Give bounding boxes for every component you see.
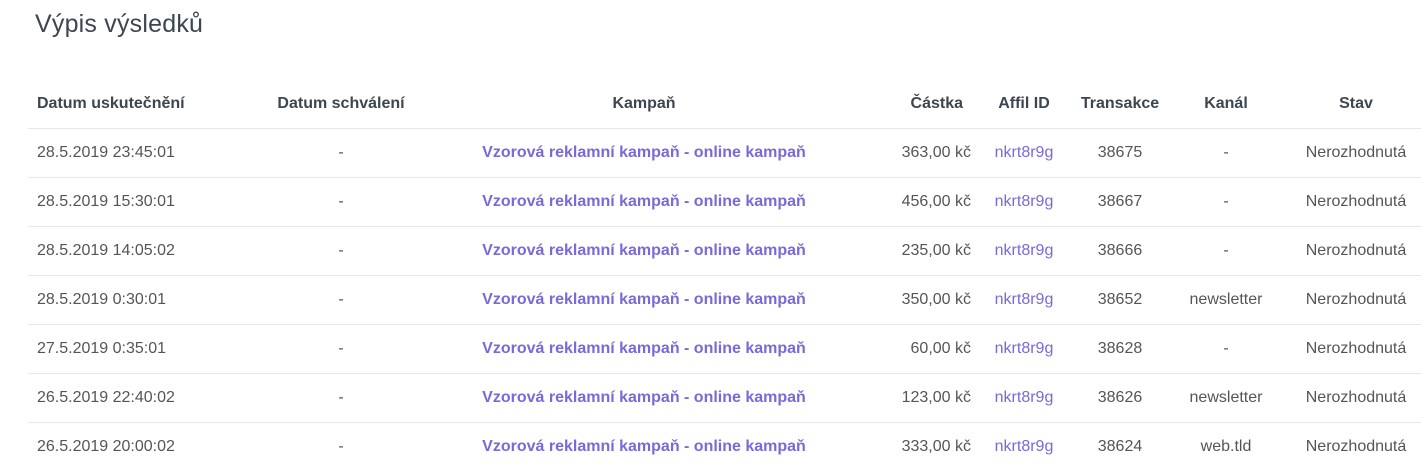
cell-datum: 28.5.2019 23:45:01 bbox=[28, 128, 253, 178]
affil-id-link[interactable]: nkrt8r9g bbox=[995, 291, 1054, 308]
cell-stav: Nerozhodnutá bbox=[1281, 275, 1421, 325]
table-row: 26.5.2019 22:40:02 - Vzorová reklamní ka… bbox=[28, 373, 1421, 423]
table-row: 28.5.2019 0:30:01 - Vzorová reklamní kam… bbox=[28, 275, 1421, 325]
affil-id-link[interactable]: nkrt8r9g bbox=[995, 193, 1054, 210]
cell-stav: Nerozhodnutá bbox=[1281, 128, 1421, 178]
cell-transakce: 38626 bbox=[1069, 373, 1171, 423]
cell-castka: 456,00 kč bbox=[859, 177, 979, 227]
table-row: 27.5.2019 0:35:01 - Vzorová reklamní kam… bbox=[28, 324, 1421, 374]
cell-affil-id: nkrt8r9g bbox=[979, 324, 1069, 374]
cell-kanal: - bbox=[1171, 324, 1281, 374]
cell-affil-id: nkrt8r9g bbox=[979, 177, 1069, 227]
cell-schvaleni: - bbox=[253, 177, 429, 227]
cell-kanal: - bbox=[1171, 177, 1281, 227]
campaign-link[interactable]: Vzorová reklamní kampaň - online kampaň bbox=[482, 193, 806, 210]
cell-schvaleni: - bbox=[253, 128, 429, 178]
cell-schvaleni: - bbox=[253, 373, 429, 423]
cell-schvaleni: - bbox=[253, 324, 429, 374]
cell-transakce: 38675 bbox=[1069, 128, 1171, 178]
cell-datum: 26.5.2019 20:00:02 bbox=[28, 422, 253, 471]
cell-affil-id: nkrt8r9g bbox=[979, 422, 1069, 471]
column-header-transakce[interactable]: Transakce bbox=[1069, 80, 1171, 129]
cell-castka: 363,00 kč bbox=[859, 128, 979, 178]
page-title: Výpis výsledků bbox=[35, 10, 204, 38]
cell-datum: 26.5.2019 22:40:02 bbox=[28, 373, 253, 423]
affil-id-link[interactable]: nkrt8r9g bbox=[995, 144, 1054, 161]
column-header-castka[interactable]: Částka bbox=[859, 80, 979, 129]
cell-datum: 27.5.2019 0:35:01 bbox=[28, 324, 253, 374]
campaign-link[interactable]: Vzorová reklamní kampaň - online kampaň bbox=[482, 144, 806, 161]
cell-datum: 28.5.2019 15:30:01 bbox=[28, 177, 253, 227]
cell-schvaleni: - bbox=[253, 275, 429, 325]
cell-datum: 28.5.2019 14:05:02 bbox=[28, 226, 253, 276]
cell-kampan: Vzorová reklamní kampaň - online kampaň bbox=[429, 422, 859, 471]
affil-id-link[interactable]: nkrt8r9g bbox=[995, 242, 1054, 259]
affil-id-link[interactable]: nkrt8r9g bbox=[995, 389, 1054, 406]
cell-schvaleni: - bbox=[253, 226, 429, 276]
cell-castka: 60,00 kč bbox=[859, 324, 979, 374]
cell-schvaleni: - bbox=[253, 422, 429, 471]
results-table: Datum uskutečnění Datum schválení Kampaň… bbox=[28, 80, 1421, 471]
cell-castka: 333,00 kč bbox=[859, 422, 979, 471]
column-header-datum[interactable]: Datum uskutečnění bbox=[28, 80, 253, 129]
cell-stav: Nerozhodnutá bbox=[1281, 373, 1421, 423]
cell-transakce: 38652 bbox=[1069, 275, 1171, 325]
table-row: 28.5.2019 23:45:01 - Vzorová reklamní ka… bbox=[28, 128, 1421, 178]
cell-affil-id: nkrt8r9g bbox=[979, 128, 1069, 178]
campaign-link[interactable]: Vzorová reklamní kampaň - online kampaň bbox=[482, 291, 806, 308]
affil-id-link[interactable]: nkrt8r9g bbox=[995, 438, 1054, 455]
cell-kampan: Vzorová reklamní kampaň - online kampaň bbox=[429, 128, 859, 178]
campaign-link[interactable]: Vzorová reklamní kampaň - online kampaň bbox=[482, 242, 806, 259]
cell-kanal: newsletter bbox=[1171, 275, 1281, 325]
cell-kampan: Vzorová reklamní kampaň - online kampaň bbox=[429, 226, 859, 276]
cell-transakce: 38666 bbox=[1069, 226, 1171, 276]
cell-stav: Nerozhodnutá bbox=[1281, 422, 1421, 471]
cell-castka: 235,00 kč bbox=[859, 226, 979, 276]
column-header-affil-id[interactable]: Affil ID bbox=[979, 80, 1069, 129]
cell-stav: Nerozhodnutá bbox=[1281, 177, 1421, 227]
campaign-link[interactable]: Vzorová reklamní kampaň - online kampaň bbox=[482, 438, 806, 455]
cell-kampan: Vzorová reklamní kampaň - online kampaň bbox=[429, 275, 859, 325]
campaign-link[interactable]: Vzorová reklamní kampaň - online kampaň bbox=[482, 389, 806, 406]
cell-affil-id: nkrt8r9g bbox=[979, 226, 1069, 276]
cell-transakce: 38628 bbox=[1069, 324, 1171, 374]
cell-stav: Nerozhodnutá bbox=[1281, 324, 1421, 374]
cell-castka: 350,00 kč bbox=[859, 275, 979, 325]
cell-affil-id: nkrt8r9g bbox=[979, 275, 1069, 325]
campaign-link[interactable]: Vzorová reklamní kampaň - online kampaň bbox=[482, 340, 806, 357]
table-row: 28.5.2019 14:05:02 - Vzorová reklamní ka… bbox=[28, 226, 1421, 276]
cell-kampan: Vzorová reklamní kampaň - online kampaň bbox=[429, 177, 859, 227]
cell-kanal: newsletter bbox=[1171, 373, 1281, 423]
table-row: 28.5.2019 15:30:01 - Vzorová reklamní ka… bbox=[28, 177, 1421, 227]
column-header-schvaleni[interactable]: Datum schválení bbox=[253, 80, 429, 129]
table-row: 26.5.2019 20:00:02 - Vzorová reklamní ka… bbox=[28, 422, 1421, 471]
cell-transakce: 38624 bbox=[1069, 422, 1171, 471]
cell-kampan: Vzorová reklamní kampaň - online kampaň bbox=[429, 324, 859, 374]
cell-kanal: web.tld bbox=[1171, 422, 1281, 471]
cell-affil-id: nkrt8r9g bbox=[979, 373, 1069, 423]
cell-kanal: - bbox=[1171, 226, 1281, 276]
affil-id-link[interactable]: nkrt8r9g bbox=[995, 340, 1054, 357]
cell-castka: 123,00 kč bbox=[859, 373, 979, 423]
table-header-row: Datum uskutečnění Datum schválení Kampaň… bbox=[28, 80, 1421, 129]
column-header-stav[interactable]: Stav bbox=[1281, 80, 1421, 129]
column-header-kanal[interactable]: Kanál bbox=[1171, 80, 1281, 129]
cell-kanal: - bbox=[1171, 128, 1281, 178]
column-header-kampan[interactable]: Kampaň bbox=[429, 80, 859, 129]
cell-stav: Nerozhodnutá bbox=[1281, 226, 1421, 276]
cell-datum: 28.5.2019 0:30:01 bbox=[28, 275, 253, 325]
cell-kampan: Vzorová reklamní kampaň - online kampaň bbox=[429, 373, 859, 423]
cell-transakce: 38667 bbox=[1069, 177, 1171, 227]
